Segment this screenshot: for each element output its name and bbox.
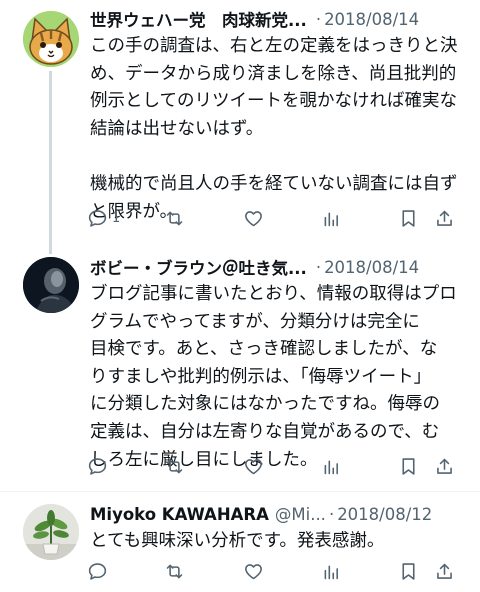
timestamp[interactable]: 2018/08/14 xyxy=(324,10,419,29)
dark-portrait-icon xyxy=(23,257,79,313)
text-line: とても興味深い分析です。発表感謝。 xyxy=(90,531,385,551)
separator-dot: · xyxy=(315,9,322,29)
like-icon xyxy=(245,458,262,474)
display-name[interactable]: 世界ウェハー党 肉球新党... xyxy=(90,7,307,31)
text-line: ブログ記事に書いたとおり、情報の取得はプロ xyxy=(90,284,457,304)
bookmark-icon xyxy=(402,457,415,475)
views-icon xyxy=(324,564,338,579)
text-line: この手の調査は、右と左の定義をはっきりと決 xyxy=(90,36,458,56)
handle[interactable]: @Mi... xyxy=(275,505,326,524)
like-button[interactable] xyxy=(243,203,264,233)
text-line: グラムでやってますが、分類分けは完全に xyxy=(90,311,420,332)
text-line: 結論は出せないはず。 xyxy=(90,118,264,139)
retweet-icon xyxy=(166,211,183,225)
like-button[interactable] xyxy=(243,451,264,481)
reply-button[interactable]: 1 xyxy=(87,203,120,233)
like-icon xyxy=(245,563,262,579)
share-button[interactable] xyxy=(434,203,455,233)
retweet-button[interactable] xyxy=(164,451,185,481)
tweet[interactable]: 世界ウェハー党 肉球新党... · 2018/08/14 この手の調査は、右と左… xyxy=(0,0,480,254)
action-bar xyxy=(80,451,470,481)
views-button[interactable] xyxy=(321,451,342,481)
reply-icon xyxy=(88,562,107,580)
bookmark-icon xyxy=(402,209,415,227)
bookmark-button[interactable] xyxy=(398,203,419,233)
timestamp[interactable]: 2018/08/14 xyxy=(324,258,419,277)
plant-photo-icon xyxy=(23,504,79,560)
like-icon xyxy=(245,210,262,226)
reply-button[interactable] xyxy=(87,451,112,481)
bookmark-button[interactable] xyxy=(398,451,419,481)
text-line: りすましや批判的例示は、「侮辱ツイート」 xyxy=(90,366,432,387)
tweet-header: ボビー・ブラウン＠吐き気... · 2018/08/14 xyxy=(90,252,468,282)
bookmark-button[interactable] xyxy=(398,556,419,586)
views-button[interactable] xyxy=(321,203,342,233)
retweet-icon xyxy=(166,459,183,473)
avatar[interactable] xyxy=(23,504,79,560)
action-bar xyxy=(80,556,470,586)
tweet[interactable]: ボビー・ブラウン＠吐き気... · 2018/08/14 ブログ記事に書いたとお… xyxy=(0,246,480,492)
tweet-header: 世界ウェハー党 肉球新党... · 2018/08/14 xyxy=(90,4,468,34)
display-name[interactable]: ボビー・ブラウン＠吐き気... xyxy=(90,255,307,279)
share-icon xyxy=(437,458,452,474)
action-bar: 1 xyxy=(80,203,470,233)
separator-dot: · xyxy=(328,504,335,524)
separator-dot: · xyxy=(315,257,322,277)
text-line: 機械的で尚且人の手を経ていない調査には自ず xyxy=(90,173,458,194)
text-line: 目検です。あと、さっき確認しましたが、な xyxy=(90,339,438,360)
avatar[interactable] xyxy=(23,257,79,313)
reply-icon xyxy=(88,457,107,475)
text-line: 定義は、自分は左寄りな自覚があるので、む xyxy=(90,421,440,442)
views-icon xyxy=(324,459,338,474)
text-line: に分類した対象にはなかったですね。侮辱の xyxy=(90,394,440,415)
bookmark-icon xyxy=(402,562,415,580)
retweet-icon xyxy=(166,564,183,578)
timestamp[interactable]: 2018/08/12 xyxy=(337,505,432,524)
reply-button[interactable] xyxy=(87,556,112,586)
share-button[interactable] xyxy=(434,451,455,481)
views-button[interactable] xyxy=(321,556,342,586)
cat-face-icon xyxy=(23,11,79,67)
retweet-button[interactable] xyxy=(164,556,185,586)
thread-line xyxy=(49,71,52,254)
views-icon xyxy=(324,211,338,226)
display-name[interactable]: Miyoko KAWAHARA xyxy=(90,505,269,524)
like-button[interactable] xyxy=(243,556,264,586)
reply-count: 1 xyxy=(112,210,121,226)
tweet-header: Miyoko KAWAHARA @Mi... · 2018/08/12 xyxy=(90,499,468,529)
text-line: 例示としてのリツイートを覗かなければ確実な xyxy=(90,91,457,112)
tweet-text: ブログ記事に書いたとおり、情報の取得はプロ グラムでやってますが、分類分けは完全… xyxy=(90,281,470,474)
tweet-text: この手の調査は、右と左の定義をはっきりと決 め、データから成り済ましを除き、尚且… xyxy=(90,33,470,226)
text-line: め、データから成り済ましを除き、尚且批判的 xyxy=(90,63,457,84)
share-icon xyxy=(437,563,452,579)
reply-icon xyxy=(88,209,107,227)
share-button[interactable] xyxy=(434,556,455,586)
avatar[interactable] xyxy=(23,11,79,67)
share-icon xyxy=(437,210,452,226)
tweet-text: とても興味深い分析です。発表感謝。 xyxy=(90,528,470,556)
tweet[interactable]: Miyoko KAWAHARA @Mi... · 2018/08/12 とても興… xyxy=(0,492,480,592)
retweet-button[interactable] xyxy=(164,203,185,233)
